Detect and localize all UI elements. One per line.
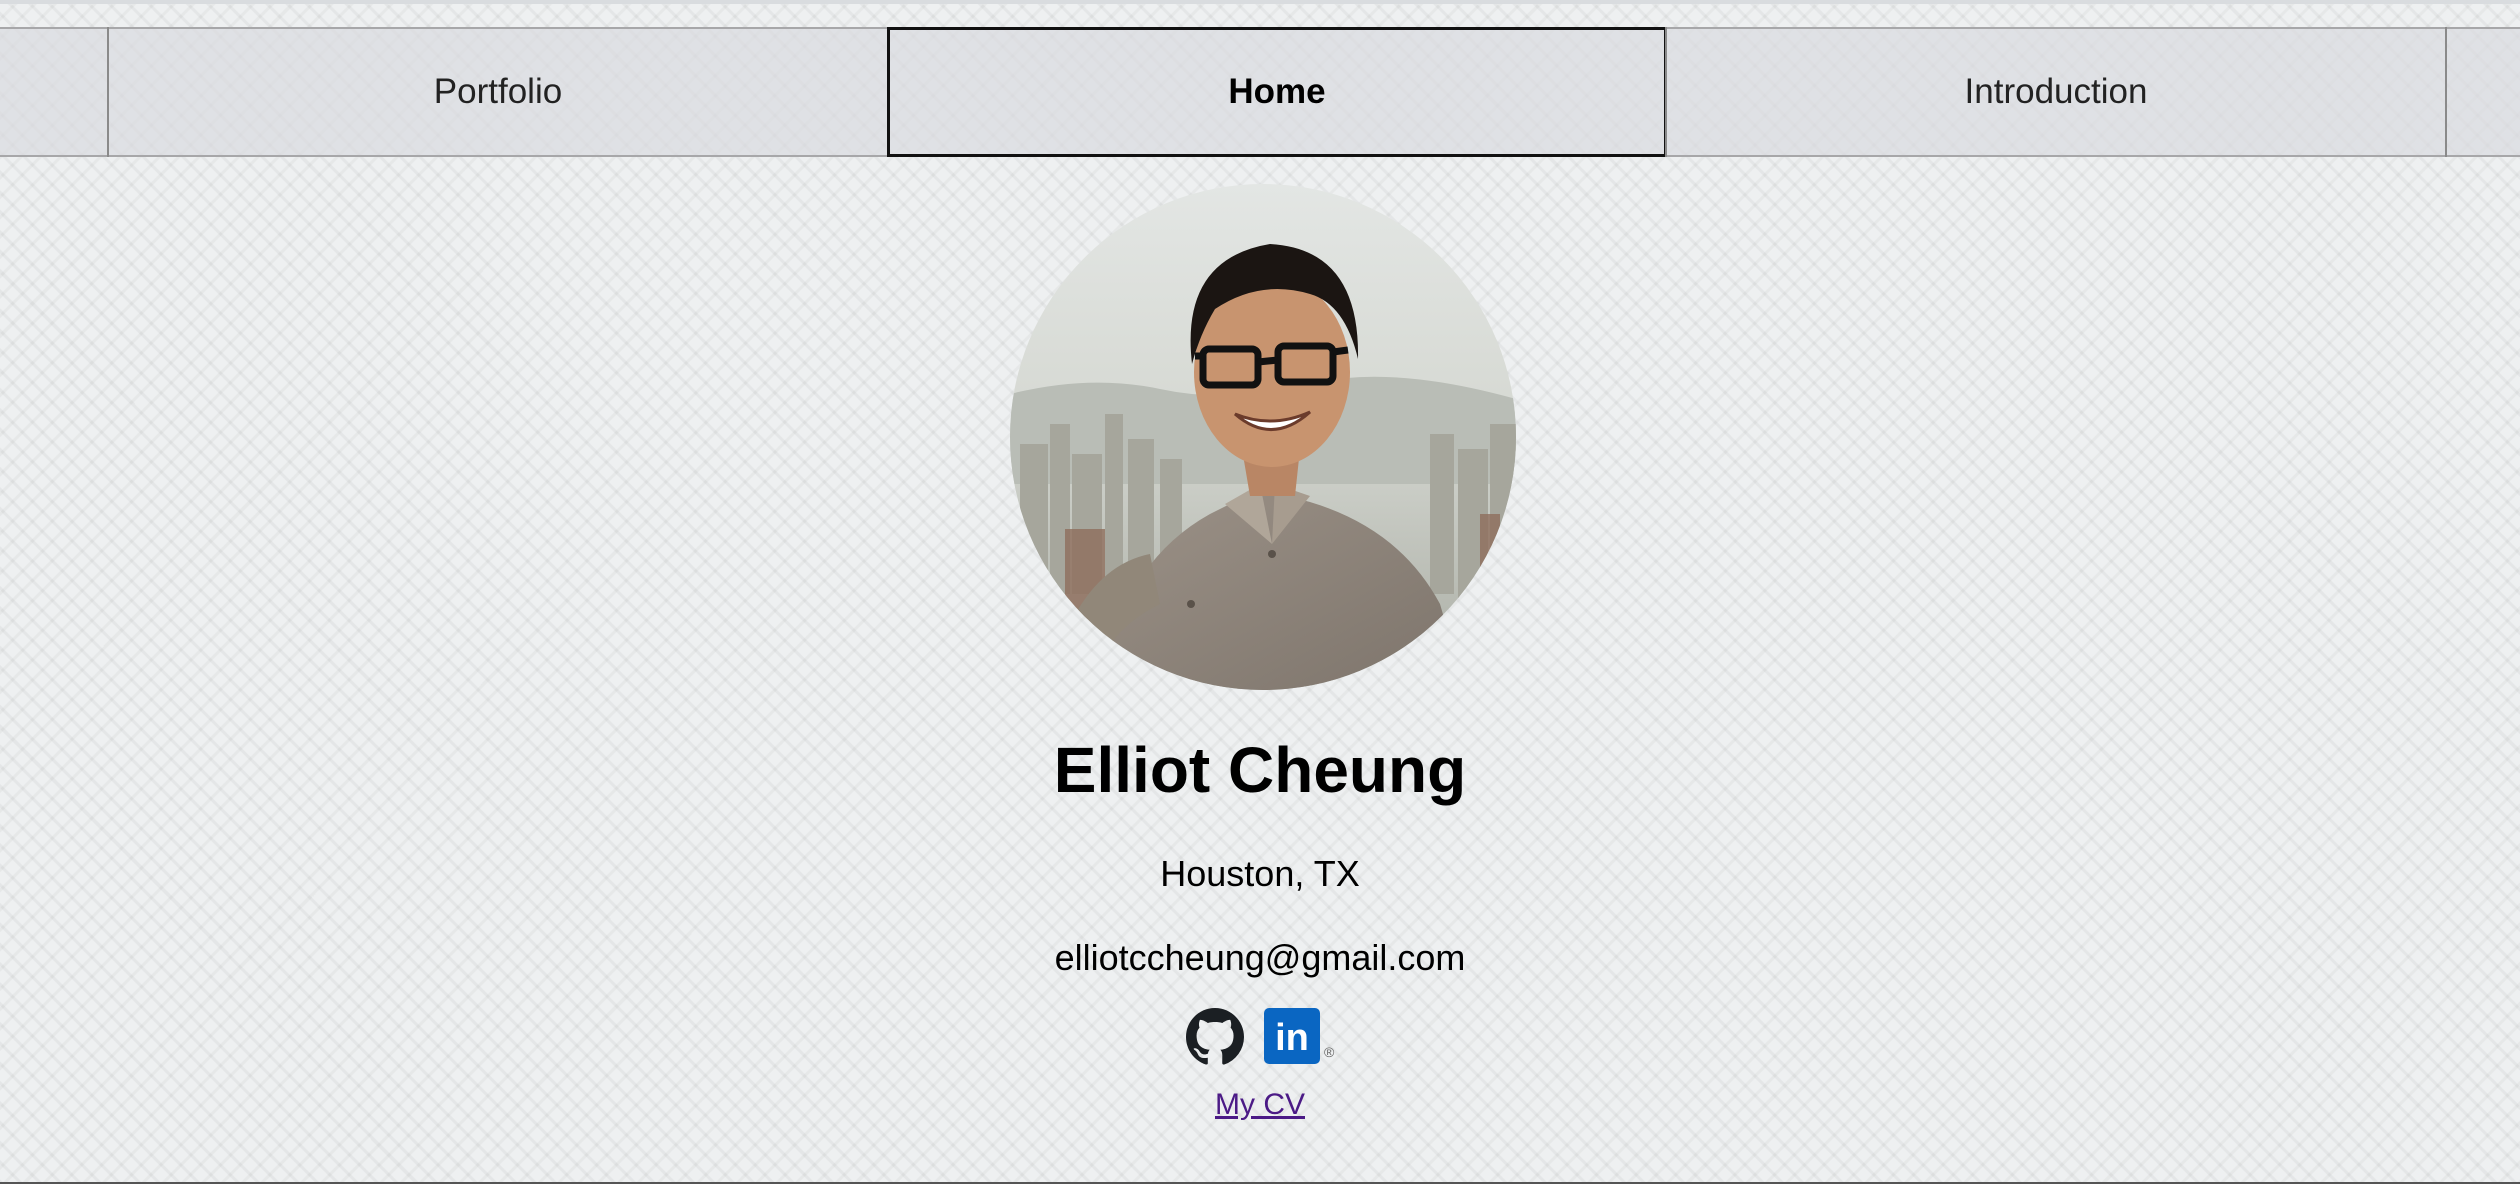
nav-tab-home[interactable]: Home (887, 27, 1667, 157)
nav-tab-portfolio-label: Portfolio (433, 72, 563, 111)
linkedin-icon-label: in (1275, 1017, 1309, 1059)
registered-mark: ® (1324, 1044, 1335, 1060)
top-strip (0, 0, 2520, 4)
nav-tab-portfolio[interactable]: Portfolio (107, 27, 889, 157)
nav-tab-offscreen-left[interactable] (0, 27, 109, 157)
github-icon (1186, 1008, 1244, 1065)
cv-link-container: My CV (0, 1085, 2520, 1125)
linkedin-link[interactable]: in ® (1264, 1008, 1340, 1068)
social-links: in ® (1186, 1008, 1340, 1068)
nav-tab-home-label: Home (1228, 72, 1326, 111)
profile-name: Elliot Cheung (1053, 734, 1467, 806)
profile-location: Houston, TX (1160, 853, 1360, 894)
nav-tab-introduction[interactable]: Introduction (1665, 27, 2447, 157)
my-cv-link[interactable]: My CV (1215, 1088, 1305, 1121)
linkedin-icon: in (1264, 1008, 1320, 1064)
nav-tab-introduction-label: Introduction (1964, 72, 2148, 111)
nav-tab-offscreen-right[interactable] (2445, 27, 2520, 157)
github-link[interactable] (1186, 1008, 1246, 1068)
profile-email: elliotccheung@gmail.com (1054, 937, 1466, 978)
profile-photo (1010, 184, 1516, 690)
